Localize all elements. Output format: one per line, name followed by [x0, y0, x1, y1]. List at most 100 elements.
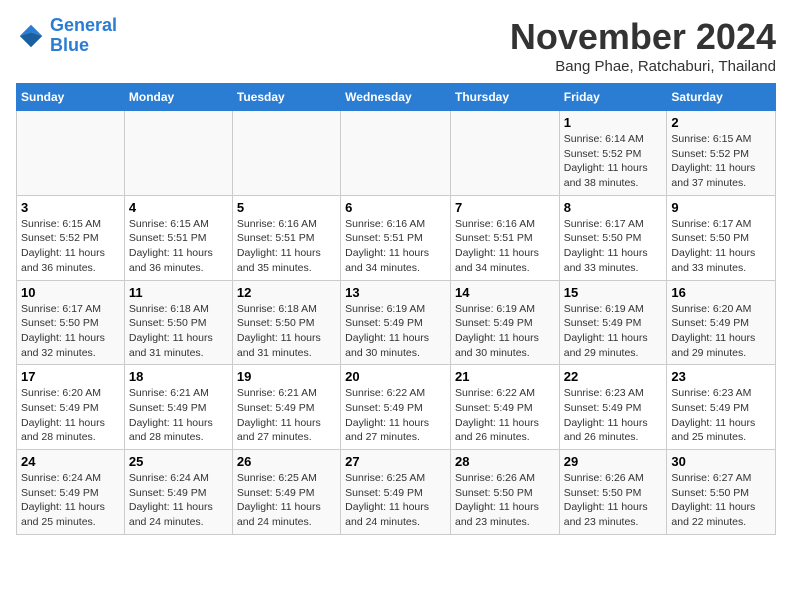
calendar-cell	[17, 111, 125, 196]
day-info: Sunrise: 6:19 AM Sunset: 5:49 PM Dayligh…	[564, 302, 663, 361]
weekday-header: Wednesday	[341, 84, 451, 111]
calendar-cell: 15 Sunrise: 6:19 AM Sunset: 5:49 PM Dayli…	[559, 280, 667, 365]
day-info: Sunrise: 6:27 AM Sunset: 5:50 PM Dayligh…	[671, 471, 771, 530]
day-info: Sunrise: 6:15 AM Sunset: 5:52 PM Dayligh…	[671, 132, 771, 191]
logo-text: General Blue	[50, 16, 117, 56]
day-info: Sunrise: 6:22 AM Sunset: 5:49 PM Dayligh…	[345, 386, 446, 445]
calendar-week-row: 17 Sunrise: 6:20 AM Sunset: 5:49 PM Dayli…	[17, 365, 776, 450]
calendar-cell: 10 Sunrise: 6:17 AM Sunset: 5:50 PM Dayli…	[17, 280, 125, 365]
day-number: 29	[564, 454, 663, 469]
day-number: 25	[129, 454, 228, 469]
calendar-cell: 13Sunrise: 6:19 AM Sunset: 5:49 PM Dayli…	[341, 280, 451, 365]
day-number: 20	[345, 369, 446, 384]
day-number: 9	[671, 200, 771, 215]
calendar-cell: 2 Sunrise: 6:15 AM Sunset: 5:52 PM Daylig…	[667, 111, 776, 196]
calendar-cell: 19 Sunrise: 6:21 AM Sunset: 5:49 PM Dayli…	[232, 365, 340, 450]
calendar-cell: 26Sunrise: 6:25 AM Sunset: 5:49 PM Dayli…	[232, 450, 340, 535]
day-info: Sunrise: 6:17 AM Sunset: 5:50 PM Dayligh…	[671, 217, 771, 276]
calendar-cell: 6Sunrise: 6:16 AM Sunset: 5:51 PM Daylig…	[341, 195, 451, 280]
day-number: 28	[455, 454, 555, 469]
day-info: Sunrise: 6:17 AM Sunset: 5:50 PM Dayligh…	[564, 217, 663, 276]
calendar-cell: 14Sunrise: 6:19 AM Sunset: 5:49 PM Dayli…	[450, 280, 559, 365]
day-number: 18	[129, 369, 228, 384]
day-number: 16	[671, 285, 771, 300]
day-info: Sunrise: 6:24 AM Sunset: 5:49 PM Dayligh…	[129, 471, 228, 530]
day-info: Sunrise: 6:23 AM Sunset: 5:49 PM Dayligh…	[564, 386, 663, 445]
calendar-week-row: 10 Sunrise: 6:17 AM Sunset: 5:50 PM Dayli…	[17, 280, 776, 365]
day-info: Sunrise: 6:24 AM Sunset: 5:49 PM Dayligh…	[21, 471, 120, 530]
calendar-cell	[450, 111, 559, 196]
calendar-week-row: 1Sunrise: 6:14 AM Sunset: 5:52 PM Daylig…	[17, 111, 776, 196]
calendar-cell	[341, 111, 451, 196]
month-title: November 2024	[510, 16, 776, 58]
day-info: Sunrise: 6:15 AM Sunset: 5:51 PM Dayligh…	[129, 217, 228, 276]
day-number: 4	[129, 200, 228, 215]
calendar-cell: 22Sunrise: 6:23 AM Sunset: 5:49 PM Dayli…	[559, 365, 667, 450]
location-subtitle: Bang Phae, Ratchaburi, Thailand	[510, 58, 776, 75]
page-header: General Blue November 2024 Bang Phae, Ra…	[16, 16, 776, 75]
day-number: 19	[237, 369, 336, 384]
day-info: Sunrise: 6:22 AM Sunset: 5:49 PM Dayligh…	[455, 386, 555, 445]
title-block: November 2024 Bang Phae, Ratchaburi, Tha…	[510, 16, 776, 75]
day-number: 5	[237, 200, 336, 215]
day-info: Sunrise: 6:16 AM Sunset: 5:51 PM Dayligh…	[237, 217, 336, 276]
logo-icon	[16, 21, 46, 51]
calendar-cell: 11 Sunrise: 6:18 AM Sunset: 5:50 PM Dayli…	[124, 280, 232, 365]
day-info: Sunrise: 6:21 AM Sunset: 5:49 PM Dayligh…	[237, 386, 336, 445]
calendar-cell: 18 Sunrise: 6:21 AM Sunset: 5:49 PM Dayli…	[124, 365, 232, 450]
calendar-cell: 17 Sunrise: 6:20 AM Sunset: 5:49 PM Dayli…	[17, 365, 125, 450]
calendar-cell: 1Sunrise: 6:14 AM Sunset: 5:52 PM Daylig…	[559, 111, 667, 196]
day-info: Sunrise: 6:26 AM Sunset: 5:50 PM Dayligh…	[564, 471, 663, 530]
day-number: 3	[21, 200, 120, 215]
calendar-cell: 5 Sunrise: 6:16 AM Sunset: 5:51 PM Daylig…	[232, 195, 340, 280]
calendar-cell: 20 Sunrise: 6:22 AM Sunset: 5:49 PM Dayli…	[341, 365, 451, 450]
day-info: Sunrise: 6:23 AM Sunset: 5:49 PM Dayligh…	[671, 386, 771, 445]
calendar-cell: 21 Sunrise: 6:22 AM Sunset: 5:49 PM Dayli…	[450, 365, 559, 450]
day-info: Sunrise: 6:18 AM Sunset: 5:50 PM Dayligh…	[129, 302, 228, 361]
calendar-cell: 25 Sunrise: 6:24 AM Sunset: 5:49 PM Dayli…	[124, 450, 232, 535]
day-number: 15	[564, 285, 663, 300]
weekday-header: Monday	[124, 84, 232, 111]
day-info: Sunrise: 6:25 AM Sunset: 5:49 PM Dayligh…	[237, 471, 336, 530]
day-info: Sunrise: 6:20 AM Sunset: 5:49 PM Dayligh…	[671, 302, 771, 361]
day-number: 27	[345, 454, 446, 469]
calendar-cell: 28 Sunrise: 6:26 AM Sunset: 5:50 PM Dayli…	[450, 450, 559, 535]
calendar-cell: 23 Sunrise: 6:23 AM Sunset: 5:49 PM Dayli…	[667, 365, 776, 450]
calendar-cell	[232, 111, 340, 196]
day-info: Sunrise: 6:17 AM Sunset: 5:50 PM Dayligh…	[21, 302, 120, 361]
day-info: Sunrise: 6:18 AM Sunset: 5:50 PM Dayligh…	[237, 302, 336, 361]
day-info: Sunrise: 6:21 AM Sunset: 5:49 PM Dayligh…	[129, 386, 228, 445]
day-info: Sunrise: 6:25 AM Sunset: 5:49 PM Dayligh…	[345, 471, 446, 530]
calendar-cell: 30 Sunrise: 6:27 AM Sunset: 5:50 PM Dayli…	[667, 450, 776, 535]
weekday-header: Saturday	[667, 84, 776, 111]
day-number: 23	[671, 369, 771, 384]
day-number: 14	[455, 285, 555, 300]
day-info: Sunrise: 6:16 AM Sunset: 5:51 PM Dayligh…	[455, 217, 555, 276]
day-info: Sunrise: 6:20 AM Sunset: 5:49 PM Dayligh…	[21, 386, 120, 445]
day-number: 30	[671, 454, 771, 469]
logo: General Blue	[16, 16, 117, 56]
day-number: 24	[21, 454, 120, 469]
calendar-cell: 27 Sunrise: 6:25 AM Sunset: 5:49 PM Dayli…	[341, 450, 451, 535]
calendar-cell: 8 Sunrise: 6:17 AM Sunset: 5:50 PM Daylig…	[559, 195, 667, 280]
calendar-week-row: 3 Sunrise: 6:15 AM Sunset: 5:52 PM Daylig…	[17, 195, 776, 280]
calendar-cell: 3 Sunrise: 6:15 AM Sunset: 5:52 PM Daylig…	[17, 195, 125, 280]
day-number: 17	[21, 369, 120, 384]
day-info: Sunrise: 6:15 AM Sunset: 5:52 PM Dayligh…	[21, 217, 120, 276]
day-number: 10	[21, 285, 120, 300]
calendar-cell	[124, 111, 232, 196]
calendar-cell: 16 Sunrise: 6:20 AM Sunset: 5:49 PM Dayli…	[667, 280, 776, 365]
weekday-header: Friday	[559, 84, 667, 111]
day-number: 8	[564, 200, 663, 215]
weekday-header: Tuesday	[232, 84, 340, 111]
day-number: 11	[129, 285, 228, 300]
calendar-cell: 29 Sunrise: 6:26 AM Sunset: 5:50 PM Dayli…	[559, 450, 667, 535]
day-info: Sunrise: 6:19 AM Sunset: 5:49 PM Dayligh…	[345, 302, 446, 361]
day-number: 6	[345, 200, 446, 215]
day-number: 2	[671, 115, 771, 130]
calendar-cell: 4 Sunrise: 6:15 AM Sunset: 5:51 PM Daylig…	[124, 195, 232, 280]
day-info: Sunrise: 6:26 AM Sunset: 5:50 PM Dayligh…	[455, 471, 555, 530]
calendar-cell: 24 Sunrise: 6:24 AM Sunset: 5:49 PM Dayli…	[17, 450, 125, 535]
day-number: 21	[455, 369, 555, 384]
calendar-cell: 7Sunrise: 6:16 AM Sunset: 5:51 PM Daylig…	[450, 195, 559, 280]
